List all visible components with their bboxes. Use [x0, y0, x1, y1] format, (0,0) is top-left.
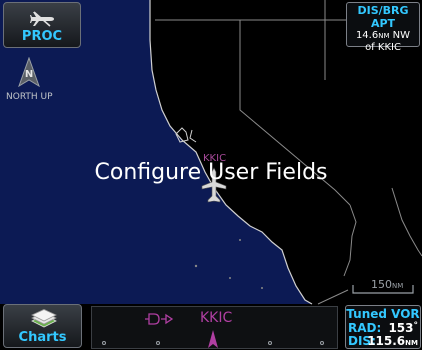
distance-row: DIS: 115.6NM: [346, 334, 420, 348]
charts-button[interactable]: Charts: [3, 304, 82, 348]
dis-brg-field[interactable]: DIS/BRG APT 14.6NM NW of KKIC: [346, 2, 420, 53]
radial-value-wrap: 153°: [388, 321, 418, 335]
plane-icon: [30, 11, 54, 27]
tuned-vor-field[interactable]: Tuned VOR RAD: 153° DIS: 115.6NM: [345, 305, 421, 349]
north-letter: N: [25, 69, 33, 80]
radial-row: RAD: 153°: [346, 321, 420, 335]
vor-distance-value: 115.6: [367, 334, 406, 348]
tuned-vor-title: Tuned VOR: [346, 307, 420, 321]
dis-brg-title: DIS/BRG APT: [357, 4, 409, 30]
distance-unit: NM: [378, 32, 390, 40]
ownship-progress-icon: [208, 330, 218, 348]
progress-dot: [156, 341, 160, 345]
proc-label: PROC: [21, 29, 63, 44]
destination-waypoint: KKIC: [200, 310, 233, 326]
scale-value: 150: [371, 278, 392, 291]
dis-brg-reference: of KKIC: [365, 42, 401, 53]
radial-value: 153: [388, 321, 414, 335]
charts-label: Charts: [18, 330, 67, 345]
progress-dot: [102, 341, 106, 345]
direction-value: NW: [392, 30, 411, 41]
direct-to-icon: [145, 313, 174, 325]
charts-stack-icon: [31, 309, 57, 328]
flight-plan-bar[interactable]: KKIC: [91, 306, 338, 349]
dis-brg-distance: 14.6NM NW: [347, 30, 419, 42]
vor-distance-wrap: 115.6NM: [367, 334, 418, 348]
progress-dot: [268, 341, 272, 345]
map-scale-label: 150NM: [371, 278, 403, 291]
progress-dot: [320, 341, 324, 345]
configure-user-fields-text: Configure User Fields: [94, 160, 328, 185]
distance-value: 14.6: [355, 30, 379, 41]
degree-symbol: °: [413, 321, 419, 331]
scale-unit: NM: [392, 282, 404, 290]
radial-label: RAD:: [348, 321, 382, 335]
north-arrow-icon: N: [18, 57, 40, 87]
proc-button[interactable]: PROC: [3, 2, 81, 48]
vor-distance-unit: NM: [405, 339, 418, 347]
screen: KKIC PROC DIS/BRG APT 14.6NM NW of KKIC …: [0, 0, 422, 350]
north-up-label: NORTH UP: [6, 92, 53, 102]
